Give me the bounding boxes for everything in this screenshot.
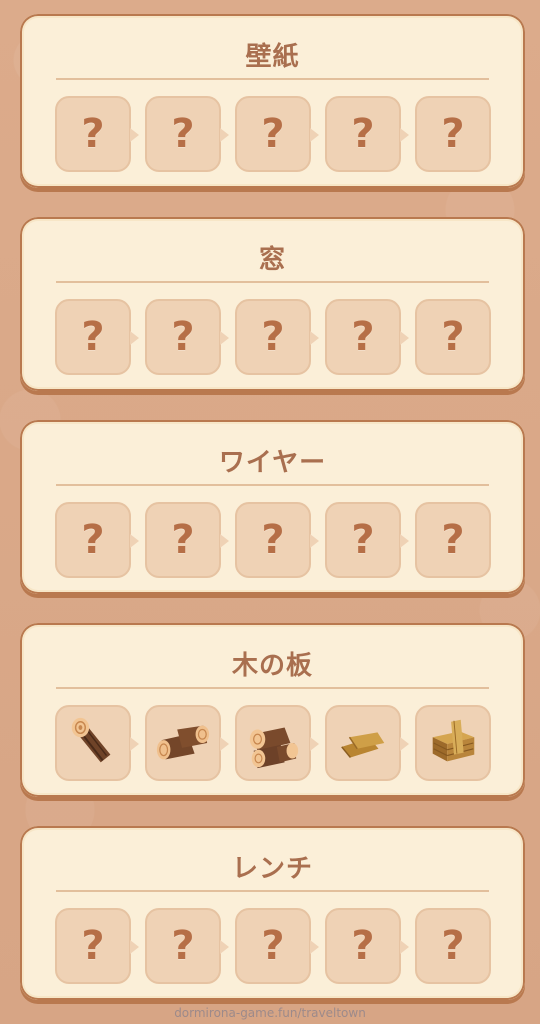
item-slot[interactable]: ? xyxy=(325,908,409,984)
question-mark-icon: ? xyxy=(261,111,285,157)
question-mark-icon: ? xyxy=(261,314,285,360)
item-slot[interactable] xyxy=(325,705,409,781)
item-chain: ? ? ? ? ? xyxy=(55,908,491,984)
question-mark-icon: ? xyxy=(441,923,465,969)
category-title: ワイヤー xyxy=(218,448,327,478)
item-slot[interactable] xyxy=(235,705,319,781)
item-slot[interactable] xyxy=(55,705,139,781)
category-title: 木の板 xyxy=(231,651,313,681)
item-slot[interactable]: ? xyxy=(145,502,229,578)
item-slot[interactable] xyxy=(415,705,491,781)
item-slot[interactable]: ? xyxy=(235,908,319,984)
divider xyxy=(56,78,489,80)
source-credit: dormirona-game.fun/traveltown xyxy=(174,1006,366,1020)
item-slot[interactable]: ? xyxy=(55,908,139,984)
item-chain: ? ? ? ? ? xyxy=(55,502,491,578)
question-mark-icon: ? xyxy=(441,517,465,563)
plank-stack-icon xyxy=(432,719,475,762)
divider xyxy=(56,484,489,486)
question-mark-icon: ? xyxy=(81,314,105,360)
category-title: 窓 xyxy=(258,245,286,275)
question-mark-icon: ? xyxy=(351,111,375,157)
log-pair-icon xyxy=(156,725,210,760)
item-slot[interactable]: ? xyxy=(415,96,491,172)
item-slot[interactable]: ? xyxy=(55,96,139,172)
question-mark-icon: ? xyxy=(171,314,195,360)
question-mark-icon: ? xyxy=(261,923,285,969)
question-mark-icon: ? xyxy=(171,517,195,563)
item-chain: ? ? ? ? ? xyxy=(55,96,491,172)
category-card-wire: ワイヤー ? ? ? ? ? xyxy=(20,420,525,594)
item-slot[interactable]: ? xyxy=(55,502,139,578)
question-mark-icon: ? xyxy=(81,111,105,157)
category-card-wrench: レンチ ? ? ? ? ? xyxy=(20,826,525,1000)
question-mark-icon: ? xyxy=(441,111,465,157)
item-slot[interactable]: ? xyxy=(145,908,229,984)
question-mark-icon: ? xyxy=(171,923,195,969)
item-slot[interactable]: ? xyxy=(325,502,409,578)
item-slot[interactable]: ? xyxy=(235,96,319,172)
question-mark-icon: ? xyxy=(261,517,285,563)
item-chain: ? ? ? ? ? xyxy=(55,299,491,375)
question-mark-icon: ? xyxy=(351,923,375,969)
item-slot[interactable]: ? xyxy=(55,299,139,375)
question-mark-icon: ? xyxy=(351,517,375,563)
item-slot[interactable]: ? xyxy=(415,502,491,578)
category-title: レンチ xyxy=(231,854,313,884)
item-slot[interactable]: ? xyxy=(325,96,409,172)
item-slot[interactable]: ? xyxy=(415,908,491,984)
item-slot[interactable]: ? xyxy=(415,299,491,375)
divider xyxy=(56,687,489,689)
category-card-wallpaper: 壁紙 ? ? ? ? ? xyxy=(20,14,525,188)
divider xyxy=(56,281,489,283)
plank-pair-icon xyxy=(341,732,385,758)
item-slot[interactable] xyxy=(145,705,229,781)
item-slot[interactable]: ? xyxy=(325,299,409,375)
item-slot[interactable]: ? xyxy=(145,96,229,172)
log-icon xyxy=(71,717,111,763)
question-mark-icon: ? xyxy=(351,314,375,360)
log-stack-icon xyxy=(249,727,299,769)
divider xyxy=(56,890,489,892)
category-card-window: 窓 ? ? ? ? ? xyxy=(20,217,525,391)
item-chain xyxy=(55,705,491,781)
item-slot[interactable]: ? xyxy=(145,299,229,375)
category-card-wood-plank: 木の板 xyxy=(20,623,525,797)
question-mark-icon: ? xyxy=(81,517,105,563)
question-mark-icon: ? xyxy=(81,923,105,969)
question-mark-icon: ? xyxy=(171,111,195,157)
item-slot[interactable]: ? xyxy=(235,502,319,578)
item-slot[interactable]: ? xyxy=(235,299,319,375)
question-mark-icon: ? xyxy=(441,314,465,360)
category-title: 壁紙 xyxy=(245,42,300,72)
